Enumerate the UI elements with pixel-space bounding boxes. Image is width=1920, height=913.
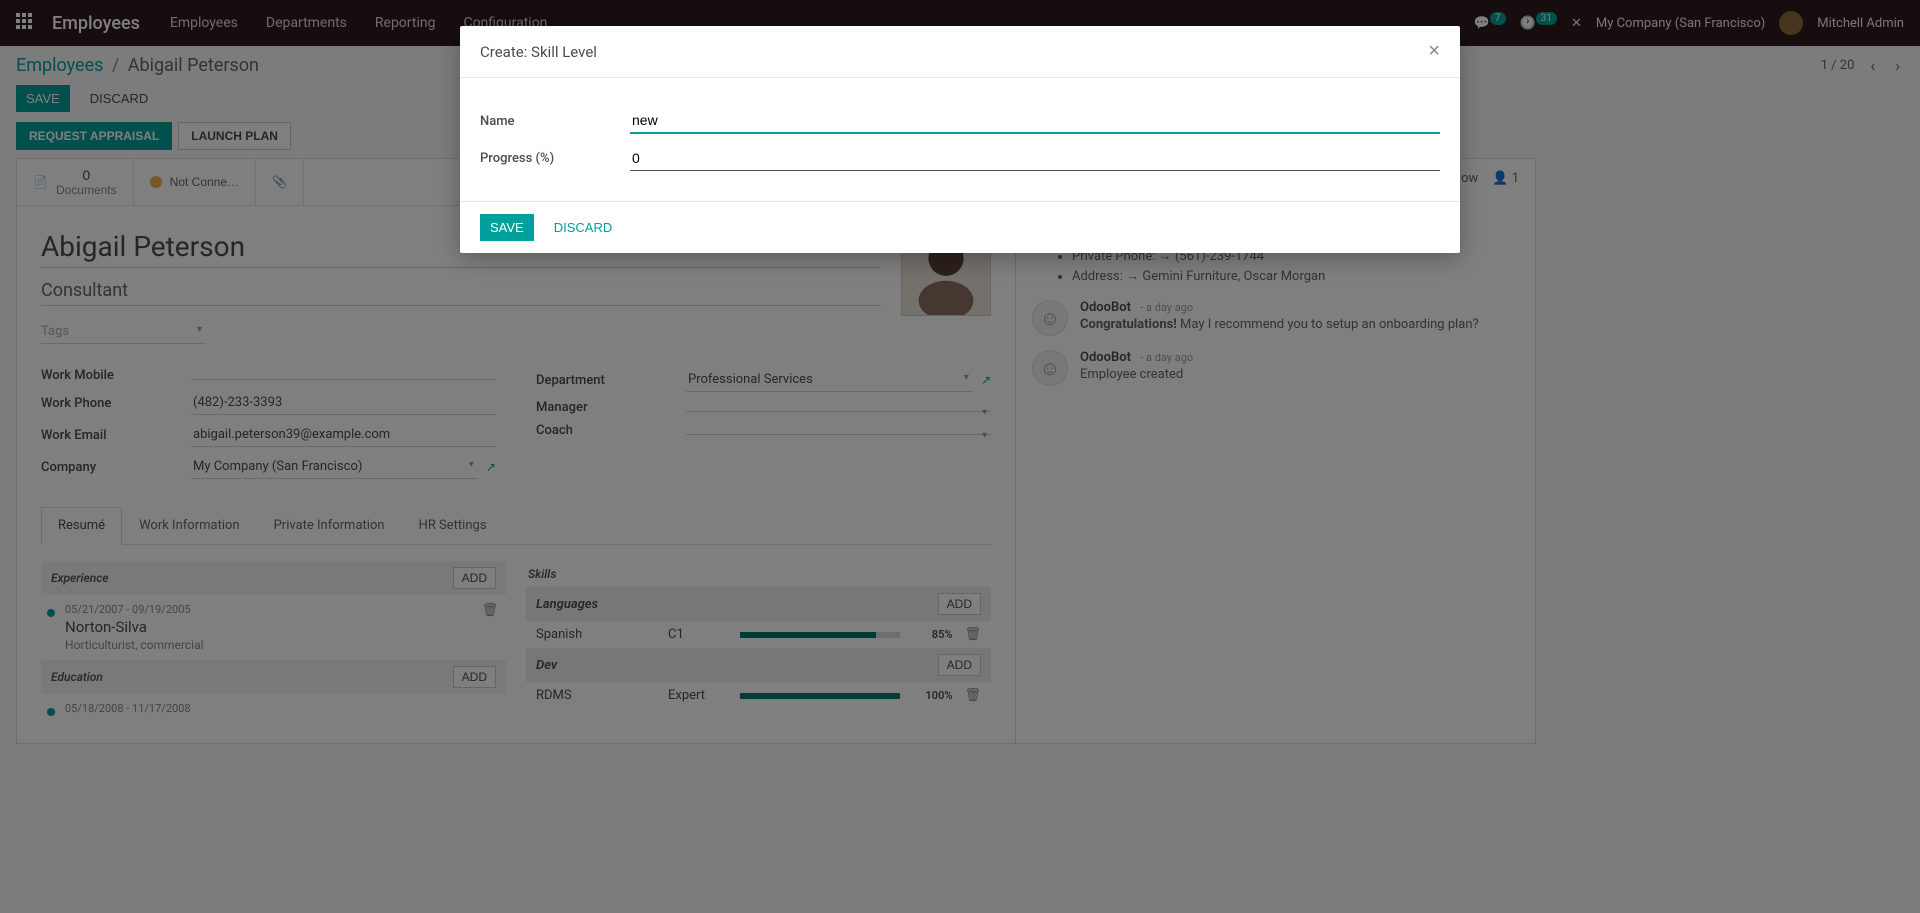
- name-label: Name: [480, 114, 630, 129]
- modal-save-button[interactable]: SAVE: [480, 214, 534, 241]
- modal-close-button[interactable]: ×: [1428, 40, 1440, 63]
- progress-label: Progress (%): [480, 151, 630, 166]
- name-input[interactable]: [630, 108, 1440, 134]
- modal-title: Create: Skill Level: [480, 43, 597, 61]
- modal-overlay: Create: Skill Level × Name Progress (%) …: [0, 0, 1920, 913]
- modal-discard-button[interactable]: DISCARD: [544, 214, 623, 241]
- modal-create-skill-level: Create: Skill Level × Name Progress (%) …: [460, 26, 1460, 253]
- progress-input[interactable]: [630, 146, 1440, 171]
